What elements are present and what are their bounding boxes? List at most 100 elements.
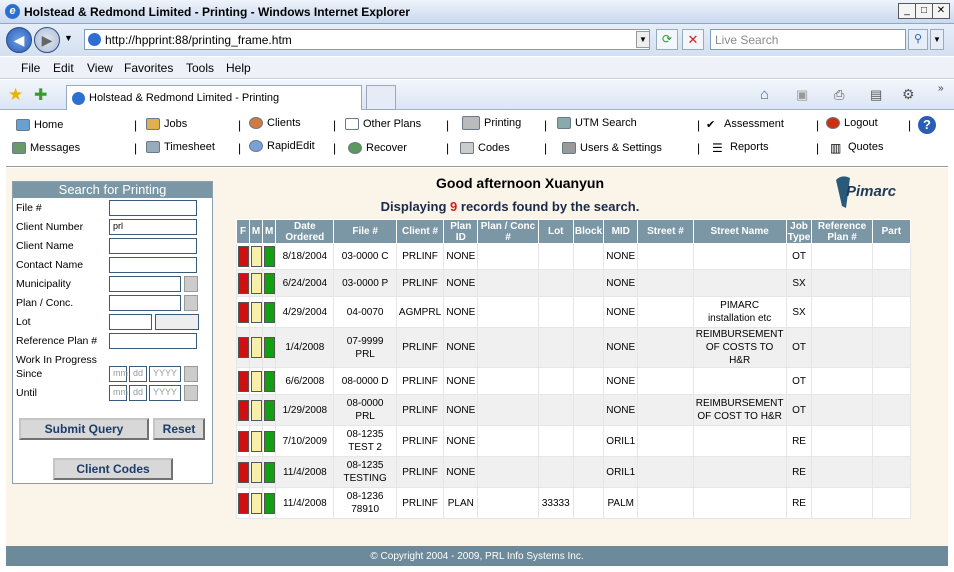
nav-clients[interactable]: Clients [249,117,301,130]
nav-assessment[interactable]: ✔ Assessment [706,118,784,131]
since-calendar-button[interactable] [184,366,198,382]
home-toolbar-icon[interactable]: ⌂ [760,86,769,103]
until-year-input[interactable]: YYYY [149,385,181,401]
table-row[interactable]: 6/24/2004 03-0000 P PRLINF NONE NONE SX [235,269,912,297]
nav-users-settings[interactable]: Users & Settings [562,142,662,155]
status-flag-red[interactable] [237,399,249,421]
submit-query-button[interactable]: Submit Query [19,418,149,440]
municipality-input[interactable] [109,276,181,292]
municipality-lookup-button[interactable] [184,276,198,292]
status-flag-red[interactable] [237,301,249,323]
minimize-button[interactable]: _ [898,3,916,19]
plan-conc-input[interactable] [109,295,181,311]
status-flag-red[interactable] [237,370,249,392]
status-flag-yellow[interactable] [250,370,262,392]
table-row[interactable]: 1/4/2008 07-9999 PRL PRLINF NONE NONE REIMBUR… [235,327,912,368]
status-flag-red[interactable] [237,492,249,514]
status-flag-green[interactable] [263,399,275,421]
table-row[interactable]: 11/4/2008 08-1236 78910 PRLINF PLAN 33333 PAL… [235,487,912,519]
menu-help[interactable]: Help [226,61,251,75]
forward-button[interactable]: ▶ [34,27,60,53]
reset-button[interactable]: Reset [153,418,205,440]
nav-reports[interactable]: ☰ Reports [712,141,769,155]
table-row[interactable]: 7/10/2009 08-1235 TEST 2 PRLINF NONE ORIL1 RE [235,425,912,457]
url-dropdown-icon[interactable]: ▼ [636,31,650,48]
table-row[interactable]: 4/29/2004 04-0070 AGMPRL NONE NONE PIMARC ins… [235,296,912,328]
table-row[interactable]: 11/4/2008 08-1235 TESTING PRLINF NONE ORIL1 R… [235,456,912,488]
nav-jobs[interactable]: Jobs [146,118,187,131]
status-flag-yellow[interactable] [250,301,262,323]
nav-home[interactable]: Home [16,119,63,132]
since-year-input[interactable]: YYYY [149,366,181,382]
until-day-input[interactable]: dd [129,385,147,401]
until-month-input[interactable]: mm [109,385,128,401]
until-calendar-button[interactable] [184,385,198,401]
history-dropdown-icon[interactable]: ▼ [64,33,73,43]
menu-edit[interactable]: Edit [53,61,74,75]
status-flag-green[interactable] [263,337,275,358]
menu-favorites[interactable]: Favorites [124,61,173,75]
status-flag-yellow[interactable] [250,337,262,358]
maximize-button[interactable]: □ [915,3,933,19]
new-tab-button[interactable] [366,85,396,110]
help-icon[interactable]: ? [918,116,936,134]
client-codes-button[interactable]: Client Codes [53,458,173,480]
table-row[interactable]: 6/6/2008 08-0000 D PRLINF NONE NONE OT [235,367,912,395]
file-number-input[interactable] [109,200,197,216]
table-row[interactable]: 8/18/2004 03-0000 C PRLINF NONE NONE OT [235,243,912,270]
add-favorites-icon[interactable]: ✚ [34,85,47,105]
favorites-star-icon[interactable]: ★ [8,85,23,105]
nav-messages[interactable]: Messages [12,142,80,155]
block-input[interactable] [155,314,199,330]
status-flag-red[interactable] [237,246,249,267]
status-flag-yellow[interactable] [250,430,262,452]
menu-file[interactable]: File [21,61,40,75]
url-input[interactable]: http://hpprint:88/printing_frame.htm [84,29,650,50]
nav-printing[interactable]: Printing [462,116,521,130]
nav-quotes[interactable]: ▥ Quotes [830,141,883,155]
stop-button[interactable]: ✕ [682,29,704,50]
lot-input[interactable] [109,314,152,330]
plan-conc-lookup-button[interactable] [184,295,198,311]
nav-rapidedit[interactable]: RapidEdit [249,140,315,153]
search-options-icon[interactable]: ▼ [930,29,944,50]
status-flag-green[interactable] [263,430,275,452]
nav-other-plans[interactable]: Other Plans [345,118,421,131]
page-menu-icon[interactable]: ▤ [870,87,882,103]
tab-current[interactable]: Holstead & Redmond Limited - Printing [66,85,362,110]
nav-timesheet[interactable]: Timesheet [146,141,215,154]
menu-view[interactable]: View [87,61,113,75]
table-row[interactable]: 1/29/2008 08-0000 PRL PRLINF NONE NONE REIMBU… [235,394,912,426]
status-flag-red[interactable] [237,430,249,452]
nav-codes[interactable]: Codes [460,142,510,155]
status-flag-yellow[interactable] [250,272,262,294]
chevron-more-icon[interactable]: » [938,83,944,94]
nav-recover[interactable]: Recover [348,142,407,155]
close-button[interactable]: ✕ [932,3,950,19]
status-flag-yellow[interactable] [250,246,262,267]
menu-tools[interactable]: Tools [186,61,214,75]
status-flag-green[interactable] [263,461,275,483]
feeds-icon[interactable]: ▣ [796,87,808,103]
status-flag-yellow[interactable] [250,399,262,421]
client-name-input[interactable] [109,238,197,254]
status-flag-red[interactable] [237,461,249,483]
live-search-input[interactable]: Live Search [710,29,906,50]
back-button[interactable]: ◀ [6,27,32,53]
nav-utm-search[interactable]: UTM Search [557,117,637,130]
status-flag-green[interactable] [263,370,275,392]
since-day-input[interactable]: dd [129,366,147,382]
status-flag-green[interactable] [263,272,275,294]
status-flag-red[interactable] [237,337,249,358]
tools-gear-icon[interactable]: ⚙ [902,86,915,103]
status-flag-yellow[interactable] [250,492,262,514]
search-icon[interactable]: ⚲ [908,29,928,50]
reference-plan-input[interactable] [109,333,197,349]
client-number-input[interactable]: prl [109,219,197,235]
status-flag-yellow[interactable] [250,461,262,483]
status-flag-green[interactable] [263,492,275,514]
status-flag-green[interactable] [263,246,275,267]
contact-name-input[interactable] [109,257,197,273]
print-toolbar-icon[interactable]: ⎙ [834,87,844,103]
status-flag-red[interactable] [237,272,249,294]
